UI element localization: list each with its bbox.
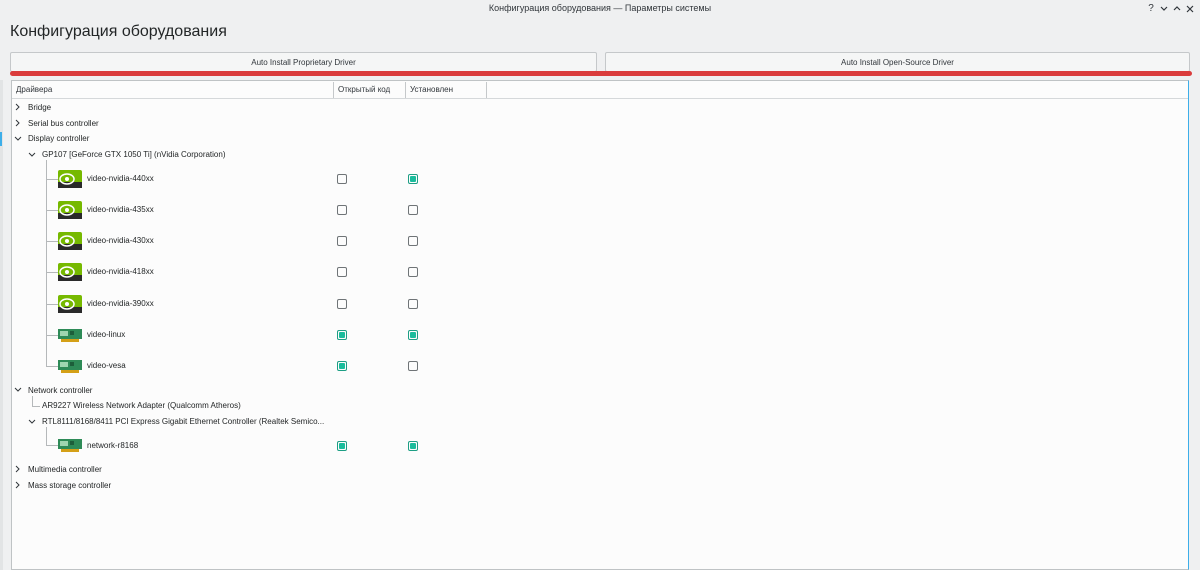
video-card-icon bbox=[58, 329, 82, 342]
tree-item-ethernet-controller[interactable]: RTL8111/8168/8411 PCI Express Gigabit Et… bbox=[42, 417, 324, 426]
installed-checkbox[interactable] bbox=[408, 174, 418, 184]
chevron-right-icon[interactable] bbox=[14, 464, 22, 476]
network-card-icon bbox=[58, 439, 82, 452]
chevron-down-icon[interactable] bbox=[14, 385, 22, 397]
installed-checkbox[interactable] bbox=[408, 441, 418, 451]
open-source-checkbox[interactable] bbox=[337, 236, 347, 246]
help-icon[interactable]: ? bbox=[1144, 2, 1158, 16]
highlight-underline bbox=[10, 71, 1192, 76]
chevron-down-icon[interactable] bbox=[28, 417, 36, 429]
tree-item-serial-bus[interactable]: Serial bus controller bbox=[28, 119, 99, 128]
installed-checkbox[interactable] bbox=[408, 299, 418, 309]
open-source-checkbox[interactable] bbox=[337, 299, 347, 309]
sidebar-edge bbox=[0, 80, 3, 570]
column-header-installed[interactable]: Установлен bbox=[406, 82, 486, 98]
driver-name[interactable]: network-r8168 bbox=[87, 441, 138, 450]
open-source-checkbox[interactable] bbox=[337, 267, 347, 277]
open-source-checkbox[interactable] bbox=[337, 441, 347, 451]
tree-item-network-controller[interactable]: Network controller bbox=[28, 386, 92, 395]
chevron-down-icon[interactable] bbox=[28, 150, 36, 162]
column-separator bbox=[486, 82, 487, 98]
tree-item-multimedia-controller[interactable]: Multimedia controller bbox=[28, 465, 102, 474]
driver-name[interactable]: video-nvidia-430xx bbox=[87, 236, 154, 245]
auto-install-proprietary-button[interactable]: Auto Install Proprietary Driver bbox=[10, 52, 597, 72]
driver-name[interactable]: video-nvidia-418xx bbox=[87, 267, 154, 276]
installed-checkbox[interactable] bbox=[408, 267, 418, 277]
installed-checkbox[interactable] bbox=[408, 205, 418, 215]
tree-item-gpu[interactable]: GP107 [GeForce GTX 1050 Ti] (nVidia Corp… bbox=[42, 150, 226, 159]
minimize-icon[interactable] bbox=[1157, 2, 1171, 16]
drivers-tree-view[interactable]: Драйвера Открытый код Установлен Bridge … bbox=[11, 80, 1189, 570]
driver-name[interactable]: video-nvidia-435xx bbox=[87, 205, 154, 214]
driver-name[interactable]: video-nvidia-440xx bbox=[87, 174, 154, 183]
chevron-down-icon[interactable] bbox=[14, 134, 22, 146]
window-title: Конфигурация оборудования — Параметры си… bbox=[488, 3, 712, 13]
installed-checkbox[interactable] bbox=[408, 361, 418, 371]
maximize-icon[interactable] bbox=[1170, 2, 1184, 16]
chevron-right-icon[interactable] bbox=[14, 480, 22, 492]
nvidia-icon bbox=[58, 170, 82, 188]
page-title: Конфигурация оборудования bbox=[10, 23, 227, 40]
nvidia-icon bbox=[58, 201, 82, 219]
nvidia-icon bbox=[58, 232, 82, 250]
tree-item-bridge[interactable]: Bridge bbox=[28, 103, 51, 112]
installed-checkbox[interactable] bbox=[408, 236, 418, 246]
chevron-right-icon[interactable] bbox=[14, 102, 22, 114]
open-source-checkbox[interactable] bbox=[337, 205, 347, 215]
nvidia-icon bbox=[58, 263, 82, 281]
open-source-checkbox[interactable] bbox=[337, 361, 347, 371]
close-icon[interactable] bbox=[1183, 2, 1197, 16]
tree-item-display-controller[interactable]: Display controller bbox=[28, 134, 89, 143]
open-source-checkbox[interactable] bbox=[337, 330, 347, 340]
chevron-right-icon[interactable] bbox=[14, 118, 22, 130]
nvidia-icon bbox=[58, 295, 82, 313]
driver-name[interactable]: video-nvidia-390xx bbox=[87, 299, 154, 308]
installed-checkbox[interactable] bbox=[408, 330, 418, 340]
tree-item-mass-storage[interactable]: Mass storage controller bbox=[28, 481, 111, 490]
open-source-checkbox[interactable] bbox=[337, 174, 347, 184]
column-header-drivers[interactable]: Драйвера bbox=[12, 82, 333, 98]
driver-name[interactable]: video-vesa bbox=[87, 361, 126, 370]
column-header-open-source[interactable]: Открытый код bbox=[334, 82, 405, 98]
driver-name[interactable]: video-linux bbox=[87, 330, 125, 339]
window-titlebar: Конфигурация оборудования — Параметры си… bbox=[0, 0, 1200, 18]
sidebar-active-marker bbox=[0, 132, 2, 146]
tree-item-wifi-adapter[interactable]: AR9227 Wireless Network Adapter (Qualcom… bbox=[42, 401, 241, 410]
auto-install-opensource-button[interactable]: Auto Install Open-Source Driver bbox=[605, 52, 1190, 72]
video-card-icon bbox=[58, 360, 82, 373]
